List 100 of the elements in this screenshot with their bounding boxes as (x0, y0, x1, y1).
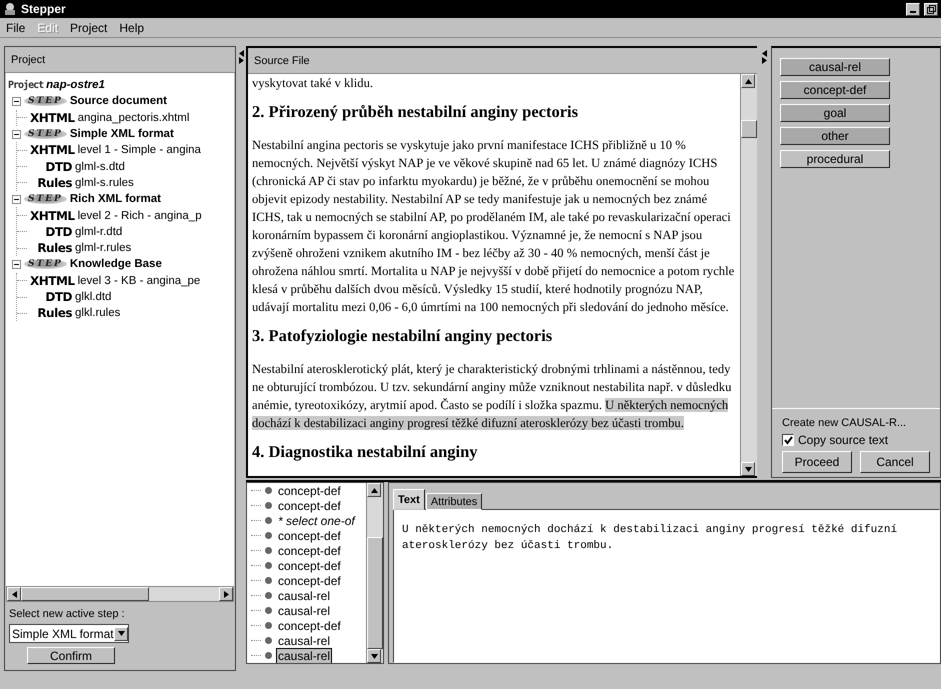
tree-item[interactable]: nap-ostre1 (46, 79, 105, 92)
tree-item[interactable]: level 2 - Rich - angina_p (78, 210, 202, 222)
tag-button[interactable]: goal (780, 104, 890, 122)
paragraph: vyskytovat také v klidu. (252, 75, 374, 92)
maximize-button[interactable] (924, 2, 938, 16)
tag-button[interactable]: concept-def (780, 81, 890, 99)
section-heading: 4. Diagnostika nestabilní anginy (252, 442, 479, 462)
text-area[interactable]: U některých nemocných dochází k destabilizaci anginy progresí těžké difuzní aterosklerózy bez účasti trombu. (393, 509, 940, 663)
bullet-icon (265, 652, 272, 659)
file-type-label: DTD (44, 224, 72, 239)
scroll-down-icon (744, 466, 752, 472)
tab[interactable]: Attributes (426, 493, 482, 510)
minimize-button[interactable] (906, 2, 920, 16)
section-heading: 3. Patofyziologie nestabilní anginy pectoris (252, 326, 554, 346)
tree-item[interactable]: Rich XML format (70, 193, 161, 206)
tree-item[interactable]: glkl.rules (75, 307, 120, 320)
list-item[interactable]: causal-rel (276, 588, 332, 604)
step-label: Select new active step : (9, 608, 126, 620)
file-type-label: Rules (36, 241, 72, 256)
file-type-label: Rules (36, 306, 72, 320)
tree-item[interactable]: glkl.dtd (75, 291, 112, 303)
confirm-button[interactable]: Confirm (27, 647, 115, 664)
tag-button[interactable]: procedural (780, 150, 890, 168)
tree-item[interactable]: glml-r.dtd (75, 226, 122, 238)
bullet-icon (265, 487, 272, 494)
tree-item[interactable]: glml-r.rules (75, 242, 132, 254)
file-type-label: XHTML (30, 274, 75, 288)
collapse-icon[interactable] (12, 130, 21, 139)
list-item[interactable]: causal-rel (276, 632, 332, 648)
list-item[interactable]: causal-rel (276, 602, 332, 618)
scroll-up-icon (370, 486, 378, 494)
tag-button[interactable]: other (780, 127, 890, 145)
step-logo: STEP (24, 194, 67, 204)
scroll-up-icon (744, 78, 752, 84)
tree-item[interactable]: angina_pectoris.xhtml (78, 112, 190, 124)
collapse-arrow-icon (238, 50, 244, 57)
proceed-button[interactable]: Proceed (782, 451, 852, 473)
expand-arrow-icon (238, 57, 244, 64)
scroll-right-icon (222, 590, 230, 598)
vertical-scrollbar[interactable] (740, 74, 757, 476)
restore-icon (926, 4, 936, 14)
dropdown-arrow-icon (118, 630, 124, 637)
checkmark-icon (784, 436, 792, 444)
bullet-icon (265, 517, 272, 524)
paragraph: Nestabilní aterosklerotický plát, který je charakteristický drobnými trhlinami a nástěnnou, tedy ne obturující trombózou. U tzv. sekundární anginy může vzniknout nestabilita např. v důsledku anémie, tyreotoxikózy, arytmií apod. Často se podílí i složka spazmu. U některých nemocných dochází k destabilizaci anginy progresí těžké difuzní aterosklerózy bez účasti trombu. (252, 361, 732, 432)
tree-item[interactable]: level 3 - KB - angina_pe (78, 274, 200, 287)
file-type-label: XHTML (30, 143, 75, 158)
project-logo: Project (8, 80, 44, 91)
file-type-label: XHTML (30, 208, 75, 223)
list-item[interactable]: causal-rel (276, 648, 332, 663)
bullet-icon (265, 637, 272, 644)
paragraph: Nestabilní angina pectoris se vyskytuje jako první manifestace ICHS přibližně u 10 % nemocných. Největší výskyt NAP je ve věkové skupině nad 65 let. U známé diagnózy ICHS (chronická AP či stav po infarktu myokardu) je běžné, že v průběhu onemocnění se mohou objevit epizody nestability. Nestabilní AP se tedy manifestuje jak u nemocných bez známé ICHS, tak u nemocných se stabilní AP, po prodělaném IM, ale také po revaskularizační operaci koronárním bypassem či koronární angioplastikou. Významné je, že nemocní s NAP jsou zvýšeně ohroženi vznikem akutního IM - bez léčby až 30 - 40 % nemocných, menší část je ohrožena náhlou smrtí. Mortalita u NAP je nejvyšší v době přijetí do nemocnice a potom rychle klesá v průběhu dalších dvou měsíců. Výsledky 15 studií, které hodnotily prognózu NAP, udávají mortalitu mezi 0,06 - 6,0 úmrtími na 100 nemocných při sledování do jednoho měsíce. (252, 137, 736, 316)
step-logo: STEP (24, 129, 67, 140)
file-type-label: DTD (44, 290, 72, 304)
window-title: Stepper (21, 2, 67, 16)
bullet-icon (265, 622, 272, 629)
collapse-icon[interactable] (12, 194, 21, 204)
collapse-icon[interactable] (12, 260, 21, 269)
tree-item[interactable]: Knowledge Base (70, 258, 162, 270)
menu-item[interactable]: Help (119, 20, 144, 34)
collapse-arrow-icon (760, 50, 768, 57)
scroll-thumb[interactable] (367, 537, 383, 649)
section-heading: 2. Přirozený průběh nestabilní anginy pectoris (252, 102, 580, 122)
tab[interactable]: Text (393, 489, 425, 510)
list-item[interactable]: concept-def (276, 572, 343, 588)
tag-button[interactable]: causal-rel (780, 58, 890, 76)
list-item[interactable]: concept-def (276, 483, 343, 498)
scroll-down-icon (370, 652, 378, 660)
scroll-left-icon (10, 590, 18, 598)
file-type-label: Rules (36, 176, 72, 190)
step-logo: STEP (24, 96, 67, 106)
tree-item[interactable]: glml-s.rules (75, 176, 134, 189)
tree-item[interactable]: level 1 - Simple - angina (78, 144, 201, 156)
app-icon (3, 2, 17, 16)
vertical-scrollbar[interactable] (366, 483, 383, 663)
list-item[interactable]: concept-def (276, 558, 343, 574)
list-item[interactable]: concept-def (276, 498, 343, 514)
file-type-label: DTD (44, 160, 72, 174)
bullet-icon (265, 562, 272, 569)
cancel-button[interactable]: Cancel (860, 451, 930, 473)
tree-item[interactable]: glml-s.dtd (75, 160, 125, 173)
scroll-thumb[interactable] (741, 120, 757, 138)
list-item[interactable]: * select one-of (276, 512, 357, 528)
menu-item[interactable]: File (6, 20, 26, 34)
collapse-icon[interactable] (12, 96, 21, 106)
copy-source-checkbox[interactable]: Copy source text (782, 433, 930, 447)
menu-item[interactable]: Project (70, 20, 108, 34)
horizontal-scrollbar[interactable] (6, 586, 234, 602)
file-type-label: XHTML (30, 110, 75, 125)
list-item[interactable]: concept-def (276, 618, 343, 634)
expand-arrow-icon (760, 57, 768, 64)
step-dropdown[interactable]: Simple XML format (9, 624, 129, 643)
list-item[interactable]: concept-def (276, 528, 343, 544)
bullet-icon (265, 502, 272, 509)
scroll-thumb[interactable] (21, 587, 149, 601)
step-logo: STEP (24, 259, 67, 270)
create-label: Create new CAUSAL-R... (782, 417, 908, 429)
list-item[interactable]: concept-def (276, 542, 343, 558)
tree-item[interactable]: Simple XML format (70, 128, 174, 140)
tree-item[interactable]: Source document (70, 95, 167, 108)
